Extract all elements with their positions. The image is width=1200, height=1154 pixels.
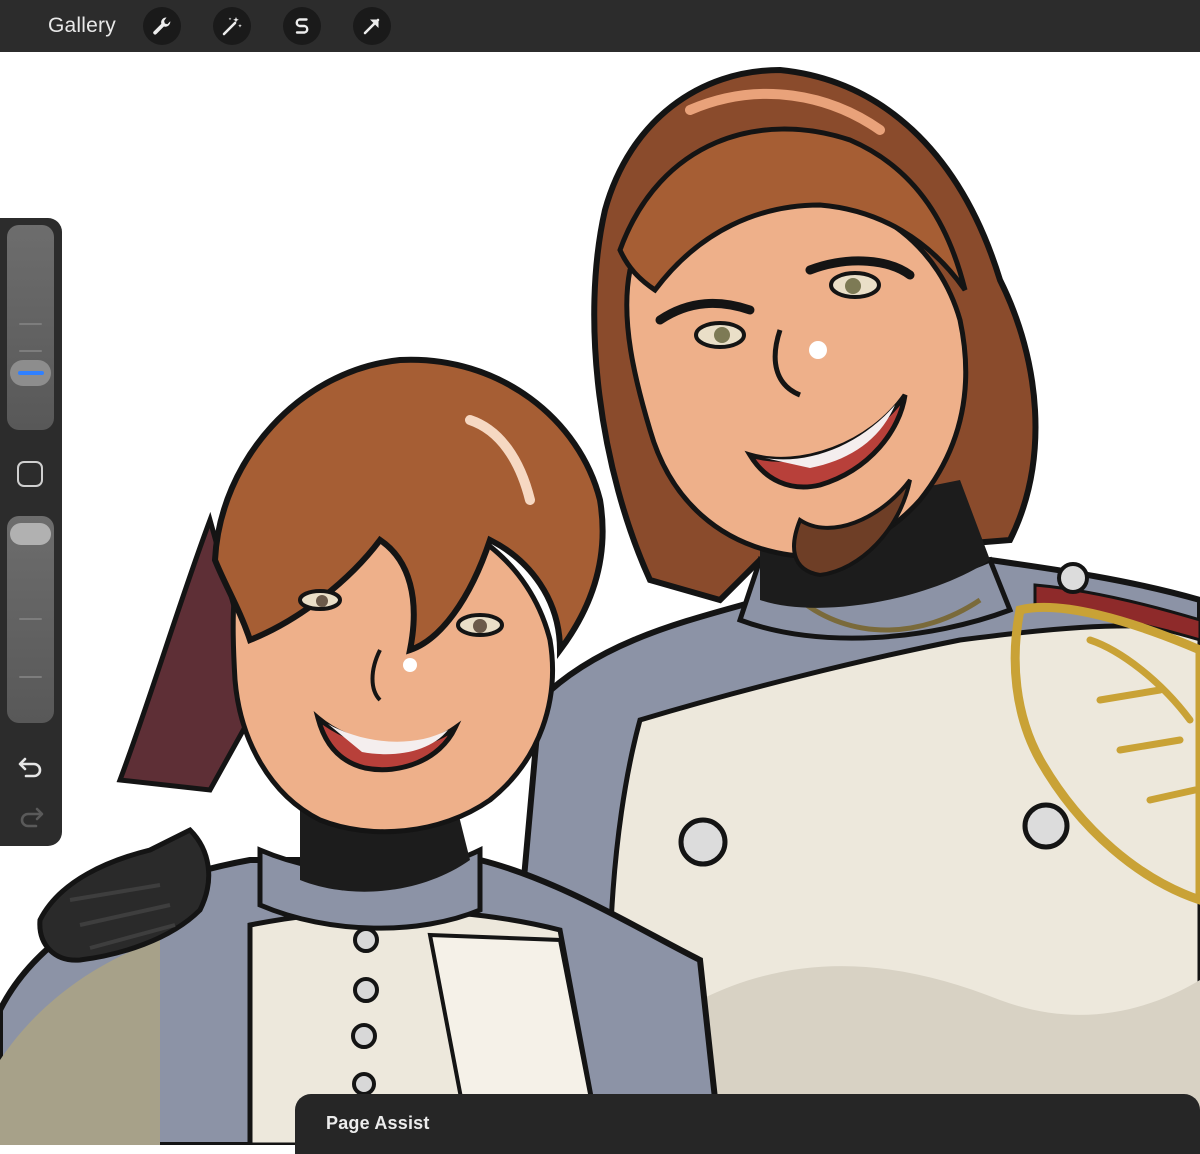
slider-tick [19,618,42,620]
selection-button[interactable] [283,7,321,45]
slider-tick [19,350,42,352]
arrow-cursor-icon [361,15,383,37]
slider-tick [19,676,42,678]
brush-opacity-thumb[interactable] [10,523,51,545]
redo-arrow-icon[interactable] [17,801,45,829]
selection-s-icon [291,15,313,37]
brush-size-indicator [17,371,44,375]
brush-sidebar [0,218,62,846]
undo-arrow-icon[interactable] [17,751,45,779]
magic-wand-icon [221,15,243,37]
actions-button[interactable] [143,7,181,45]
drawing-canvas[interactable] [0,52,1200,1145]
transform-button[interactable] [353,7,391,45]
artwork [0,52,1200,1145]
square-modify-icon[interactable] [17,461,43,487]
adjustments-button[interactable] [213,7,251,45]
top-toolbar: Gallery [0,0,1200,52]
brush-size-slider[interactable] [7,225,54,430]
brush-size-thumb[interactable] [10,360,51,386]
wrench-icon [151,15,173,37]
page-assist-panel[interactable]: Page Assist [295,1094,1200,1154]
brush-opacity-slider[interactable] [7,516,54,723]
slider-tick [19,323,42,325]
panel-title: Page Assist [326,1113,430,1133]
gallery-button[interactable]: Gallery [48,13,116,39]
